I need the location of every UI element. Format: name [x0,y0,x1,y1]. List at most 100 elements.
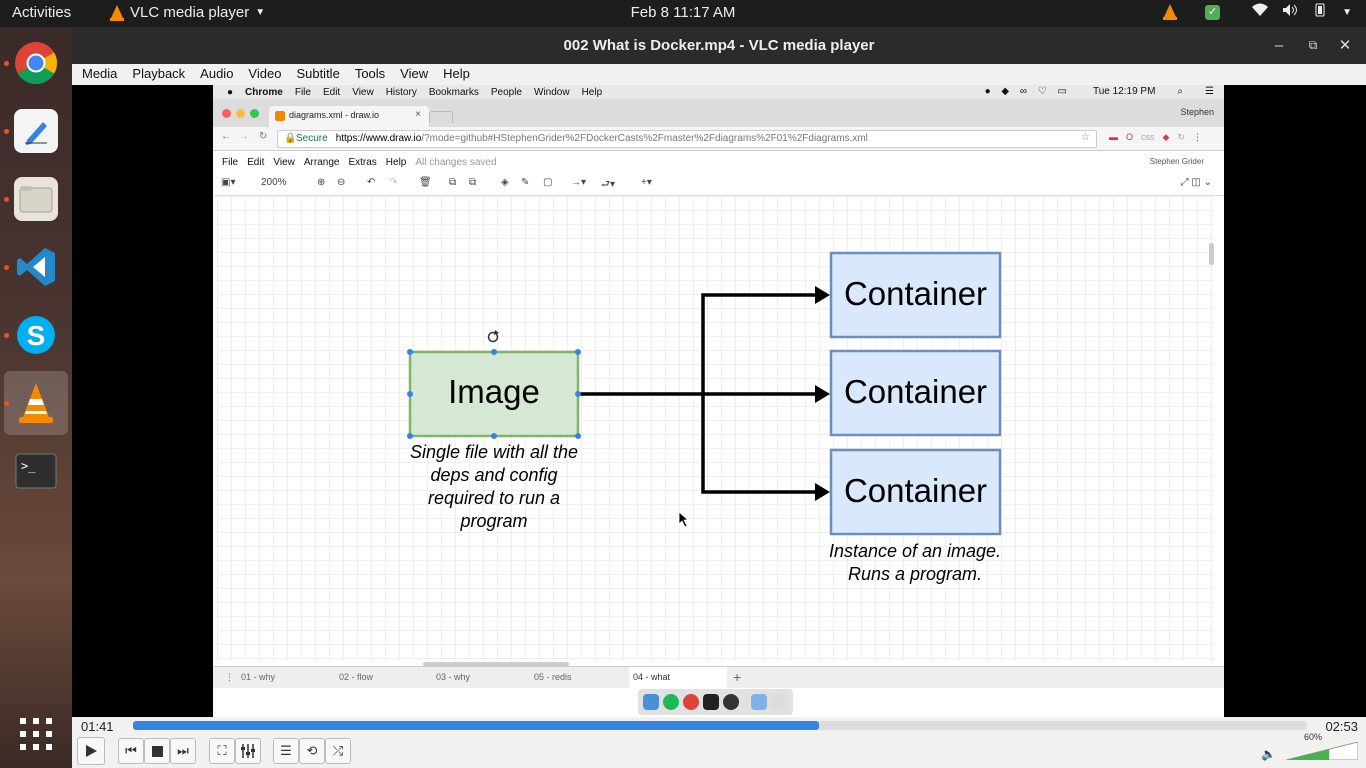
drawio-canvas: Image Container Container Container Sing… [217,196,1214,661]
mac-minimize-button [236,109,245,118]
save-status: All changes saved [415,156,497,168]
running-indicator [4,333,9,338]
mac-menu-item: People [490,86,522,98]
text-editor-icon[interactable] [14,109,58,153]
svg-text:S: S [27,320,46,351]
show-applications-icon[interactable] [14,712,58,756]
waypoints-icon: ⮐▾ [601,179,616,190]
menu-list-icon: ☰ [1205,86,1214,97]
elapsed-time: 01:41 [81,719,114,734]
stop-button[interactable] [144,738,170,764]
shuffle-button[interactable]: ⤮ [325,738,351,764]
vscode-icon[interactable] [14,245,58,289]
clock[interactable]: Feb 8 11:17 AM [0,4,1366,21]
playlist-button[interactable]: ☰ [273,738,299,764]
update-icon[interactable]: ✓ [1205,4,1221,20]
minimize-icon[interactable]: – [1264,27,1294,64]
running-indicator [4,401,9,406]
arrow-to-container-3 [701,394,816,494]
mac-menu-item: History [385,86,417,98]
trash-icon [771,694,787,710]
undo-icon: ↶ [367,177,376,188]
mac-menu-item: File [294,86,311,98]
close-icon[interactable]: ✕ [1330,27,1360,64]
chrome-tab-title: diagrams.xml - draw.io [289,110,380,120]
mac-menu-item: Edit [322,86,341,98]
drawio-user: Stephen Grider [1149,157,1204,166]
menu-subtitle[interactable]: Subtitle [291,64,344,85]
delete-icon: 🗑 [419,177,432,188]
volume-triangle [1286,742,1358,760]
image-caption: Single file with all the deps and config… [384,441,604,533]
extended-settings-button[interactable] [235,738,261,764]
running-indicator [4,197,9,202]
terminal-dock-icon [703,694,719,710]
drawio-menu-arrange: Arrange [303,156,340,168]
container-label-1: Container [843,275,988,312]
files-icon[interactable] [14,177,58,221]
power-menu-chevron-icon[interactable]: ▼ [1342,7,1352,18]
volume-icon[interactable] [1282,3,1298,21]
volume-slider[interactable]: 60% [1286,732,1358,760]
lock-icon: 🔒 [284,133,297,144]
insert-icon: +▾ [641,177,652,188]
menu-help[interactable]: Help [438,64,475,85]
video-frame-mac-screen: ● Chrome File Edit View History Bookmark… [213,85,1224,717]
skype-icon[interactable]: S [14,313,58,357]
diagram [407,251,1002,536]
menu-view[interactable]: View [395,64,433,85]
vlc-icon[interactable] [14,381,58,425]
loop-button[interactable]: ⟲ [299,738,325,764]
vlc-tray-icon[interactable] [1163,4,1178,20]
page-tab: 01 - why [241,672,276,682]
terminal-icon[interactable]: >_ [14,449,58,493]
menu-playback[interactable]: Playback [127,64,190,85]
wifi-icon[interactable] [1252,3,1269,21]
system-tray[interactable]: ✓ ▼ [1163,3,1352,21]
next-button[interactable]: ⏭ [170,738,196,764]
running-indicator [4,129,9,134]
caption-line: deps and config [430,465,558,485]
new-tab-button [429,111,453,123]
svg-text:>_: >_ [21,459,36,473]
shadow-icon: ▢ [543,177,553,188]
menu-tools[interactable]: Tools [350,64,390,85]
fullscreen-button[interactable]: ⛶ [209,738,235,764]
folder-icon [751,694,767,710]
battery-icon[interactable] [1312,3,1328,21]
menu-video[interactable]: Video [243,64,286,85]
total-time[interactable]: 02:53 [1325,719,1358,734]
maximize-icon[interactable]: ⧉ [1298,27,1328,64]
mac-menu-item: View [352,86,374,98]
chrome-profile: Stephen [1180,107,1214,117]
previous-button[interactable]: ⏮ [118,738,144,764]
seek-bar[interactable] [133,721,1307,730]
chrome-icon[interactable] [14,41,58,85]
menu-audio[interactable]: Audio [195,64,238,85]
loop-icon: ⟲ [306,743,318,758]
canvas-scrollbar [1209,243,1214,265]
resize-handle [407,433,413,439]
add-page-icon: + [733,669,742,685]
caption-line: Single file with all the [409,442,579,462]
playback-controls: 01:41 02:53 ⏮ ⏭ ⛶ ☰ ⟲ ⤮ 60% 🔈 [72,717,1366,768]
container-caption: Instance of an image. Runs a program. [795,540,1035,586]
caption-line: required to run a [427,488,561,508]
dock: S >_ [0,27,72,768]
menu-media[interactable]: Media [77,64,122,85]
to-front-icon: ⧉ [449,177,457,188]
drawio-menu-view: View [273,156,295,168]
vlc-window: 002 What is Docker.mp4 - VLC media playe… [72,27,1366,768]
video-area[interactable]: ● Chrome File Edit View History Bookmark… [72,85,1366,717]
menu-bar: Media Playback Audio Video Subtitle Tool… [72,64,1366,85]
caption-line: Runs a program. [847,564,983,584]
resize-handle [491,433,497,439]
arrowhead [815,385,830,403]
window-titlebar[interactable]: 002 What is Docker.mp4 - VLC media playe… [72,27,1366,64]
arrow-to-container-1 [701,293,816,394]
play-button[interactable] [77,737,105,765]
speaker-icon[interactable]: 🔈 [1261,747,1276,761]
image-label: Image [448,373,540,410]
redo-icon: ↷ [389,177,398,188]
mac-menu-item: Bookmarks [428,86,479,98]
